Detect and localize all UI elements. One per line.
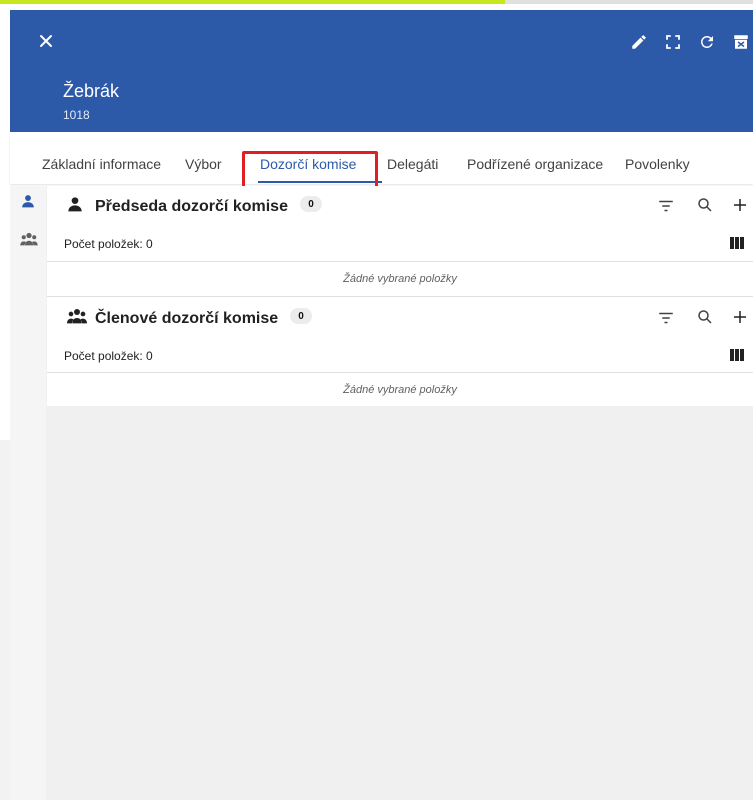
plus-icon <box>734 311 746 323</box>
add-button[interactable] <box>730 195 750 215</box>
refresh-icon <box>700 35 713 48</box>
active-tab-highlight <box>242 151 378 189</box>
refresh-button[interactable] <box>695 30 719 54</box>
columns-button[interactable] <box>727 233 747 253</box>
edit-button[interactable] <box>627 30 651 54</box>
group-icon <box>67 308 87 329</box>
divider <box>47 296 753 297</box>
tab-povolenky[interactable]: Povolenky <box>625 156 690 172</box>
panel-title: Předseda dozorčí komise <box>95 198 288 215</box>
panel-title: Členové dozorčí komise <box>95 310 279 327</box>
columns-button[interactable] <box>727 345 747 365</box>
tab-podrizene-organizace[interactable]: Podřízené organizace <box>467 156 603 172</box>
columns-icon <box>730 237 744 249</box>
record-title: Žebrák <box>63 81 120 101</box>
plus-icon <box>734 199 746 211</box>
fullscreen-button[interactable] <box>661 30 685 54</box>
count-badge: 0 <box>300 196 322 212</box>
filter-button[interactable] <box>656 196 676 216</box>
close-icon <box>40 35 52 47</box>
detail-header: Žebrák 1018 <box>10 10 753 132</box>
main-content: Předseda dozorčí komise 0 Počet položek:… <box>46 186 753 800</box>
group-icon <box>20 232 38 246</box>
tab-vybor[interactable]: Výbor <box>185 156 222 172</box>
search-button[interactable] <box>695 195 715 215</box>
panel-members: Členové dozorčí komise 0 Počet položek: … <box>47 296 753 406</box>
panel-chairman: Předseda dozorčí komise 0 Počet položek:… <box>47 186 753 296</box>
close-button[interactable] <box>35 30 57 52</box>
columns-icon <box>730 349 744 361</box>
person-icon <box>67 196 83 217</box>
empty-state: Žádné vybrané položky <box>343 384 457 396</box>
search-button[interactable] <box>695 307 715 327</box>
archive-icon <box>734 35 748 49</box>
filter-icon <box>659 312 673 324</box>
record-code: 1018 <box>63 108 90 122</box>
progress-bar-fill <box>0 0 505 4</box>
count-badge: 0 <box>290 308 312 324</box>
section-nav-members[interactable] <box>20 232 38 248</box>
tab-delegati[interactable]: Delegáti <box>387 156 438 172</box>
filter-button[interactable] <box>656 308 676 328</box>
divider <box>47 261 753 262</box>
item-count: Počet položek: 0 <box>64 349 153 363</box>
expand-icon <box>666 35 680 49</box>
person-icon <box>22 195 34 208</box>
left-edge <box>0 440 10 800</box>
item-count: Počet položek: 0 <box>64 237 153 251</box>
divider <box>47 372 753 373</box>
add-button[interactable] <box>730 307 750 327</box>
section-nav-chairman[interactable] <box>21 194 39 210</box>
progress-bar <box>0 0 753 4</box>
tab-zakladni-informace[interactable]: Základní informace <box>42 156 161 172</box>
filter-icon <box>659 200 673 212</box>
archive-button[interactable] <box>729 30 753 54</box>
search-icon <box>698 198 712 212</box>
search-icon <box>698 310 712 324</box>
empty-state: Žádné vybrané položky <box>343 273 457 285</box>
tab-bar: Základní informace Výbor Dozorčí komise … <box>10 132 753 184</box>
edit-icon <box>632 35 646 49</box>
section-nav <box>10 186 46 800</box>
header-actions <box>627 30 753 54</box>
